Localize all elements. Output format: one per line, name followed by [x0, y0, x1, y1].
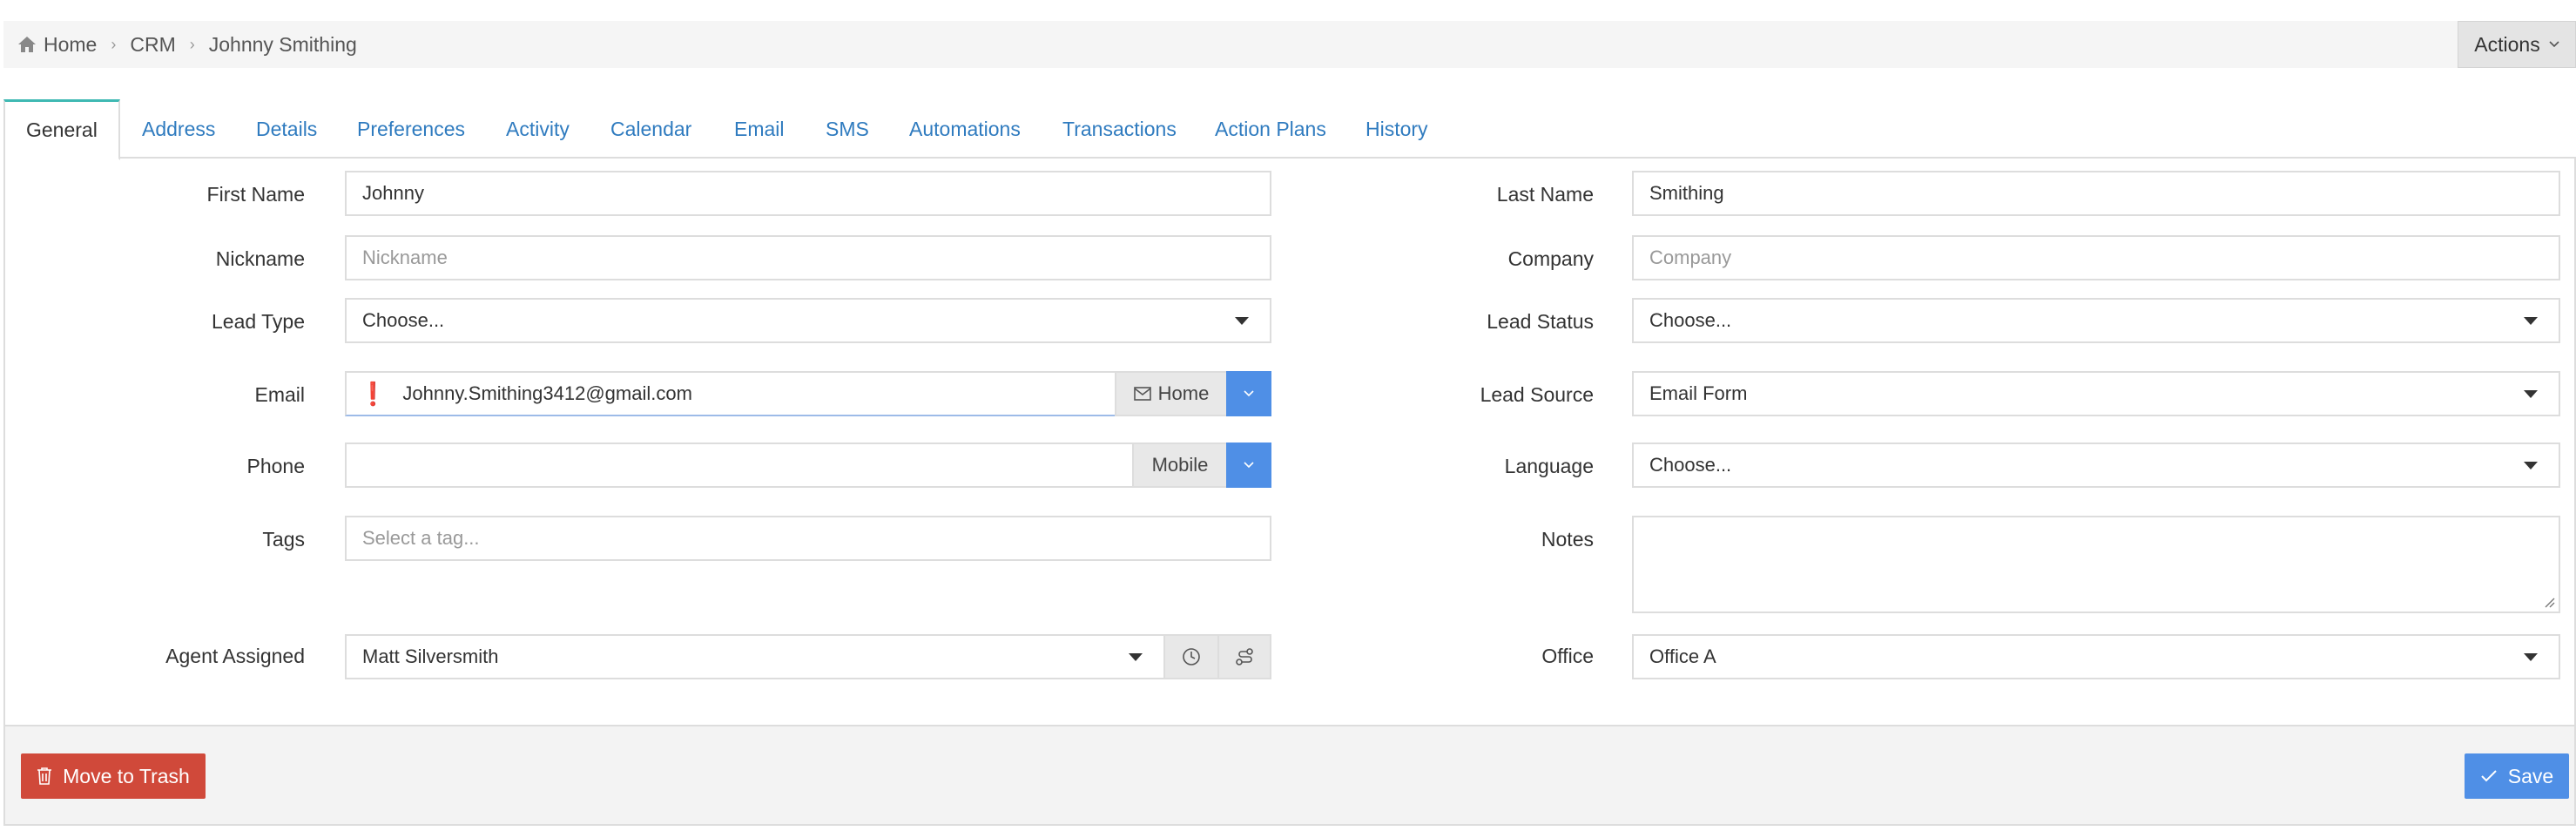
last-name-label: Last Name [1496, 183, 1594, 206]
email-input[interactable]: ❗ Johnny.Smithing3412@gmail.com [345, 371, 1116, 416]
agent-route-button[interactable] [1217, 634, 1271, 679]
tab-preferences[interactable]: Preferences [336, 99, 486, 159]
agent-assigned-label: Agent Assigned [165, 645, 305, 667]
envelope-icon [1133, 387, 1151, 401]
office-value: Office A [1649, 645, 1716, 667]
tab-calendar[interactable]: Calendar [590, 99, 712, 159]
lead-type-value: Choose... [362, 309, 445, 331]
tab-sms[interactable]: SMS [805, 99, 890, 159]
tab-address[interactable]: Address [121, 99, 236, 159]
general-form-panel: First Name Nickname Lead Type Email Phon… [3, 159, 2576, 725]
tags-label: Tags [262, 528, 305, 551]
lead-status-label: Lead Status [1487, 310, 1594, 333]
caret-down-icon [1235, 317, 1249, 325]
clock-icon [1183, 648, 1200, 665]
home-icon [18, 37, 36, 52]
tab-activity[interactable]: Activity [485, 99, 590, 159]
exclamation-icon: ❗ [359, 380, 388, 407]
check-icon [2481, 770, 2497, 782]
tab-email[interactable]: Email [713, 99, 806, 159]
tab-bar: General Address Details Preferences Acti… [3, 99, 2576, 160]
email-type-dropdown-button[interactable] [1226, 371, 1271, 416]
language-select[interactable]: Choose... [1632, 443, 2560, 488]
actions-label: Actions [2474, 32, 2540, 56]
breadcrumb-home[interactable]: Home [44, 33, 97, 57]
first-name-value: Johnny [362, 182, 424, 204]
tags-placeholder: Select a tag... [362, 527, 480, 549]
tab-automations[interactable]: Automations [888, 99, 1042, 159]
notes-label: Notes [1541, 528, 1594, 551]
phone-type-label: Mobile [1151, 454, 1209, 476]
save-button[interactable]: Save [2465, 753, 2569, 799]
breadcrumb-separator-icon: › [189, 35, 195, 53]
form-footer: Move to Trash Save [3, 725, 2576, 826]
email-label: Email [254, 383, 305, 406]
tab-history[interactable]: History [1345, 99, 1449, 159]
first-name-label: First Name [206, 183, 305, 206]
breadcrumb-crm[interactable]: CRM [130, 33, 175, 57]
phone-input[interactable] [345, 443, 1134, 488]
office-label: Office [1541, 645, 1594, 667]
phone-type-dropdown-button[interactable] [1226, 443, 1271, 488]
move-to-trash-label: Move to Trash [63, 764, 190, 787]
caret-down-icon [2524, 390, 2538, 398]
company-placeholder: Company [1649, 247, 1732, 268]
email-type-label: Home [1157, 382, 1210, 404]
nickname-label: Nickname [215, 247, 305, 270]
lead-source-value: Email Form [1649, 382, 1748, 404]
tab-details[interactable]: Details [235, 99, 338, 159]
email-type-button[interactable]: Home [1115, 371, 1228, 416]
caret-down-icon [2524, 653, 2538, 661]
last-name-input[interactable]: Smithing [1632, 171, 2560, 216]
tab-transactions[interactable]: Transactions [1042, 99, 1197, 159]
agent-history-button[interactable] [1163, 634, 1219, 679]
agent-assigned-value: Matt Silversmith [362, 645, 499, 667]
first-name-input[interactable]: Johnny [345, 171, 1271, 216]
notes-textarea[interactable] [1632, 516, 2560, 613]
chevron-down-icon [2549, 41, 2559, 48]
breadcrumb-bar: Home › CRM › Johnny Smithing Actions [3, 21, 2576, 68]
company-label: Company [1507, 247, 1594, 270]
save-label: Save [2507, 764, 2554, 787]
lead-type-label: Lead Type [211, 310, 305, 333]
breadcrumb: Home › CRM › Johnny Smithing [3, 33, 357, 57]
move-to-trash-button[interactable]: Move to Trash [21, 753, 206, 799]
resize-handle-icon[interactable] [2543, 596, 2555, 608]
route-icon [1236, 648, 1253, 665]
email-value: Johnny.Smithing3412@gmail.com [402, 382, 692, 404]
phone-label: Phone [246, 455, 305, 477]
lead-status-select[interactable]: Choose... [1632, 298, 2560, 343]
breadcrumb-separator-icon: › [111, 35, 117, 53]
language-label: Language [1504, 455, 1594, 477]
trash-icon [37, 767, 52, 785]
caret-down-icon [2524, 317, 2538, 325]
last-name-value: Smithing [1649, 182, 1724, 204]
nickname-input[interactable]: Nickname [345, 235, 1271, 280]
chevron-down-icon [1244, 390, 1254, 397]
actions-button[interactable]: Actions [2458, 21, 2576, 68]
tab-general[interactable]: General [3, 99, 120, 160]
phone-type-button[interactable]: Mobile [1132, 443, 1228, 488]
caret-down-icon [1129, 653, 1143, 661]
lead-source-label: Lead Source [1480, 383, 1594, 406]
office-select[interactable]: Office A [1632, 634, 2560, 679]
tags-select[interactable]: Select a tag... [345, 516, 1271, 561]
lead-type-select[interactable]: Choose... [345, 298, 1271, 343]
nickname-placeholder: Nickname [362, 247, 448, 268]
agent-assigned-select[interactable]: Matt Silversmith [345, 634, 1165, 679]
language-value: Choose... [1649, 454, 1732, 476]
caret-down-icon [2524, 462, 2538, 470]
breadcrumb-current: Johnny Smithing [208, 32, 357, 56]
company-input[interactable]: Company [1632, 235, 2560, 280]
tab-action-plans[interactable]: Action Plans [1194, 99, 1347, 159]
lead-status-value: Choose... [1649, 309, 1732, 331]
lead-source-select[interactable]: Email Form [1632, 371, 2560, 416]
chevron-down-icon [1244, 462, 1254, 469]
